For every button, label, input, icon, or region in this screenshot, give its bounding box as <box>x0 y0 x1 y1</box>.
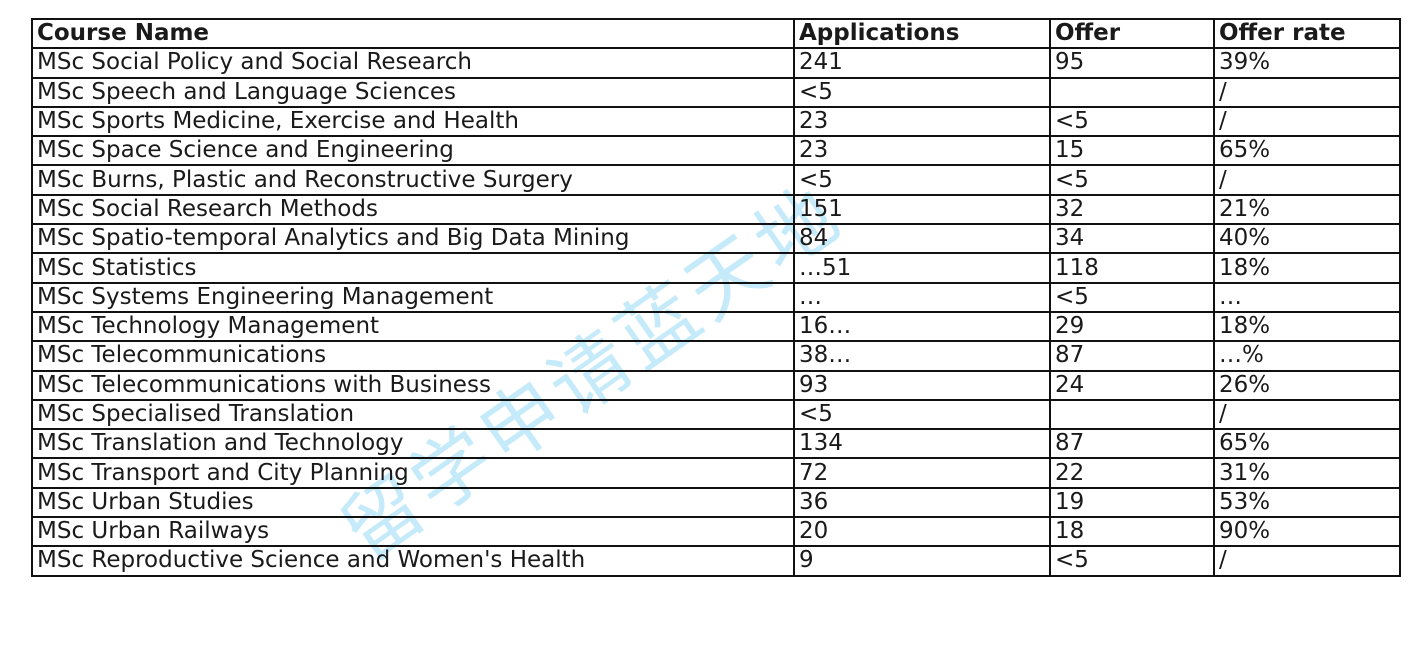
offer-rate-cell: 53% <box>1213 486 1401 519</box>
applications-cell: <5 <box>793 76 1051 108</box>
course-name-cell: MSc Social Research Methods <box>31 193 795 226</box>
applications-cell: <5 <box>793 164 1051 196</box>
table-row: MSc Telecommunications 38… 87…% <box>31 340 1401 372</box>
course-name-cell: MSc Technology Management <box>31 310 795 343</box>
table-row: MSc Translation and Technology 134 87 65% <box>31 428 1401 460</box>
header-offer: Offer <box>1049 17 1215 50</box>
course-name-cell: MSc Urban Railways <box>31 516 795 548</box>
offer-cell: 18 <box>1049 516 1215 548</box>
course-name-cell: MSc Sports Medicine, Exercise and Health <box>31 105 795 138</box>
offer-cell: <5 <box>1049 281 1215 313</box>
table-row: MSc Urban Railways 20 18 90% <box>31 516 1401 548</box>
header-applications: Applications <box>793 17 1051 50</box>
offer-cell: <5 <box>1049 105 1215 138</box>
offer-rate-cell: 21% <box>1213 193 1401 226</box>
applications-cell: … <box>793 281 1051 313</box>
offer-cell <box>1049 398 1215 431</box>
offer-cell: 22 <box>1049 457 1215 489</box>
offer-cell: 118 <box>1049 252 1215 284</box>
course-name-cell: MSc Telecommunications <box>31 340 795 372</box>
course-name-cell: MSc Specialised Translation <box>31 398 795 431</box>
offer-rate-cell: … <box>1213 281 1401 313</box>
applications-cell: 9 <box>793 545 1051 577</box>
course-name-cell: MSc Spatio-temporal Analytics and Big Da… <box>31 223 795 255</box>
applications-cell: …51 <box>793 252 1051 284</box>
offer-cell: 34 <box>1049 223 1215 255</box>
offer-rate-cell: 65% <box>1213 428 1401 460</box>
offer-rate-cell: / <box>1213 76 1401 108</box>
course-name-cell: MSc Burns, Plastic and Reconstructive Su… <box>31 164 795 196</box>
table-row: MSc Urban Studies 36 19 53% <box>31 486 1401 519</box>
header-course-name: Course Name <box>31 17 795 50</box>
offer-rate-cell: 26% <box>1213 369 1401 401</box>
table-row: MSc Burns, Plastic and Reconstructive Su… <box>31 164 1401 196</box>
offer-rate-cell: 18% <box>1213 310 1401 343</box>
offer-cell: 87 <box>1049 428 1215 460</box>
offer-rate-cell: …% <box>1213 340 1401 372</box>
applications-cell: <5 <box>793 398 1051 431</box>
table-row: MSc Reproductive Science and Women's Hea… <box>31 545 1401 577</box>
table-row: MSc Space Science and Engineering 23 15 65% <box>31 135 1401 167</box>
course-name-cell: MSc Space Science and Engineering <box>31 135 795 167</box>
course-name-cell: MSc Social Policy and Social Research <box>31 47 795 79</box>
course-name-cell: MSc Telecommunications with Business <box>31 369 795 401</box>
offer-rate-cell: 18% <box>1213 252 1401 284</box>
table-header-row: Course Name Applications Offer Offer rat… <box>31 17 1401 50</box>
offer-cell: 95 <box>1049 47 1215 79</box>
admissions-table: Course Name Applications Offer Offer rat… <box>31 17 1401 577</box>
applications-cell: 134 <box>793 428 1051 460</box>
offer-rate-cell: / <box>1213 545 1401 577</box>
table-row: MSc Specialised Translation <5 / <box>31 398 1401 431</box>
offer-rate-cell: 31% <box>1213 457 1401 489</box>
applications-cell: 93 <box>793 369 1051 401</box>
table-row: MSc Social Research Methods 151 32 21% <box>31 193 1401 226</box>
table-row: MSc Transport and City Planning 72 22 31% <box>31 457 1401 489</box>
offer-cell: 24 <box>1049 369 1215 401</box>
offer-rate-cell: / <box>1213 164 1401 196</box>
table-row: MSc Statistics …51 118 18% <box>31 252 1401 284</box>
course-name-cell: MSc Statistics <box>31 252 795 284</box>
offer-rate-cell: 65% <box>1213 135 1401 167</box>
table-row: MSc Technology Management 16… 29 18% <box>31 310 1401 343</box>
offer-rate-cell: / <box>1213 105 1401 138</box>
course-name-cell: MSc Speech and Language Sciences <box>31 76 795 108</box>
table-row: MSc Social Policy and Social Research 241… <box>31 47 1401 79</box>
applications-cell: 38… <box>793 340 1051 372</box>
applications-cell: 20 <box>793 516 1051 548</box>
offer-cell: 19 <box>1049 486 1215 519</box>
course-name-cell: MSc Urban Studies <box>31 486 795 519</box>
offer-cell <box>1049 76 1215 108</box>
course-name-cell: MSc Systems Engineering Management <box>31 281 795 313</box>
applications-cell: 241 <box>793 47 1051 79</box>
applications-cell: 72 <box>793 457 1051 489</box>
table-row: MSc Spatio-temporal Analytics and Big Da… <box>31 223 1401 255</box>
course-name-cell: MSc Reproductive Science and Women's Hea… <box>31 545 795 577</box>
course-name-cell: MSc Transport and City Planning <box>31 457 795 489</box>
offer-cell: 29 <box>1049 310 1215 343</box>
offer-cell: <5 <box>1049 164 1215 196</box>
offer-cell: <5 <box>1049 545 1215 577</box>
offer-cell: 87 <box>1049 340 1215 372</box>
applications-cell: 16… <box>793 310 1051 343</box>
offer-rate-cell: 39% <box>1213 47 1401 79</box>
table-row: MSc Speech and Language Sciences <5 / <box>31 76 1401 108</box>
course-name-cell: MSc Translation and Technology <box>31 428 795 460</box>
offer-cell: 15 <box>1049 135 1215 167</box>
table-row: MSc Systems Engineering Management… <5… <box>31 281 1401 313</box>
table-row: MSc Sports Medicine, Exercise and Health… <box>31 105 1401 138</box>
applications-cell: 23 <box>793 135 1051 167</box>
offer-rate-cell: 90% <box>1213 516 1401 548</box>
offer-rate-cell: 40% <box>1213 223 1401 255</box>
applications-cell: 23 <box>793 105 1051 138</box>
applications-cell: 84 <box>793 223 1051 255</box>
applications-cell: 151 <box>793 193 1051 226</box>
applications-cell: 36 <box>793 486 1051 519</box>
header-offer-rate: Offer rate <box>1213 17 1401 50</box>
offer-rate-cell: / <box>1213 398 1401 431</box>
offer-cell: 32 <box>1049 193 1215 226</box>
table-row: MSc Telecommunications with Business 93 24… <box>31 369 1401 401</box>
